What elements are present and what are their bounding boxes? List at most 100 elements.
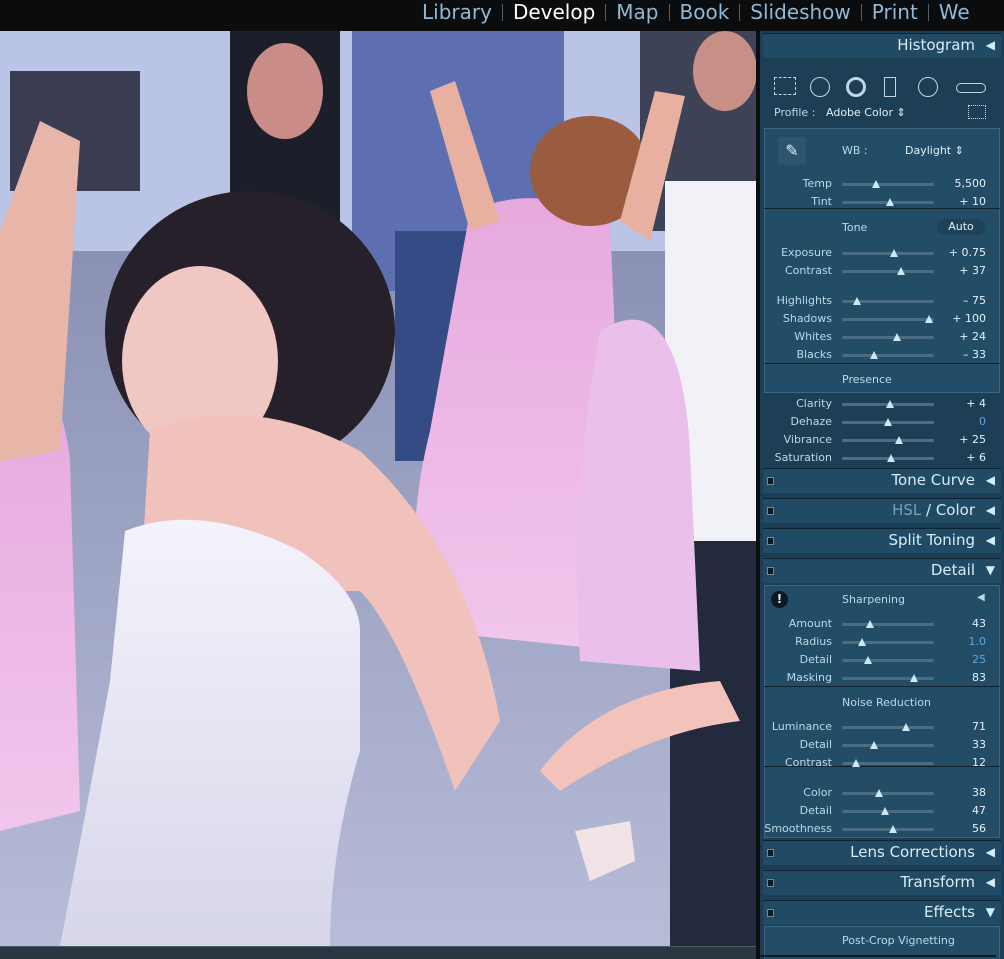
shadows-value[interactable]: + 100: [934, 312, 986, 325]
sharpening-detail-slider-track[interactable]: [842, 659, 934, 662]
transform-panel-header[interactable]: Transform ◀: [763, 870, 1001, 895]
dehaze-slider-knob[interactable]: [884, 418, 892, 426]
noise-luminance-slider-knob[interactable]: [902, 723, 911, 731]
vignette-slider-track[interactable]: [760, 955, 996, 957]
dehaze-value[interactable]: 0: [934, 415, 986, 428]
photo-canvas[interactable]: [0, 31, 756, 946]
eyedropper-icon[interactable]: ✎: [778, 137, 806, 165]
collapse-arrow-icon[interactable]: ◀: [986, 38, 995, 52]
tone-curve-panel-header[interactable]: Tone Curve ◀: [763, 468, 1001, 493]
noise-luminance-value[interactable]: 71: [934, 720, 986, 733]
noise-smoothness-value[interactable]: 56: [934, 822, 986, 835]
module-book[interactable]: Book: [670, 0, 740, 24]
blacks-slider-knob[interactable]: [870, 351, 879, 359]
detail-panel-header[interactable]: Detail ▼: [763, 558, 1001, 583]
vibrance-slider-track[interactable]: [842, 439, 934, 442]
panel-toggle-switch[interactable]: [767, 537, 774, 545]
panel-toggle-switch[interactable]: [767, 909, 774, 917]
expand-arrow-icon[interactable]: ◀: [986, 845, 995, 859]
sharpening-amount-slider-knob[interactable]: [865, 620, 874, 628]
module-map[interactable]: Map: [606, 0, 668, 24]
noise-color-slider-track[interactable]: [842, 792, 934, 795]
sharpening-amount-value[interactable]: 43: [934, 617, 986, 630]
sharpening-detail-value[interactable]: 25: [934, 653, 986, 666]
contrast-slider-track[interactable]: [842, 270, 934, 273]
adjustment-brush-icon[interactable]: [956, 83, 986, 93]
temp-slider-track[interactable]: [842, 183, 934, 186]
temp-slider-knob[interactable]: [872, 180, 881, 188]
sharpening-radius-value[interactable]: 1.0: [934, 635, 987, 648]
module-web[interactable]: We: [929, 0, 980, 24]
vibrance-slider-knob[interactable]: [895, 436, 904, 444]
red-eye-icon[interactable]: [846, 77, 866, 97]
temp-value[interactable]: 5,500: [934, 177, 987, 190]
noise-detail-value[interactable]: 47: [934, 804, 986, 817]
noise-detail-slider-knob[interactable]: [870, 741, 879, 749]
spot-removal-icon[interactable]: [810, 77, 830, 97]
noise-contrast-slider-knob[interactable]: [851, 759, 860, 767]
color-tab[interactable]: Color: [936, 501, 975, 519]
noise-contrast-value[interactable]: 12: [934, 756, 986, 769]
tint-value[interactable]: + 10: [934, 195, 986, 208]
sharpening-radius-slider-track[interactable]: [842, 641, 934, 644]
whites-slider-knob[interactable]: [893, 333, 902, 341]
expand-arrow-icon[interactable]: ◀: [986, 503, 995, 517]
hsl-color-panel-header[interactable]: HSL / Color ◀: [763, 498, 1001, 523]
saturation-slider-knob[interactable]: [886, 454, 895, 462]
exposure-value[interactable]: + 0.75: [934, 246, 986, 259]
sharpening-preview-toggle-icon[interactable]: ◀: [977, 592, 985, 603]
module-slideshow[interactable]: Slideshow: [740, 0, 861, 24]
sharpening-amount-slider-track[interactable]: [842, 623, 934, 626]
exposure-slider-knob[interactable]: [889, 249, 898, 257]
noise-detail-slider-track[interactable]: [842, 744, 934, 747]
noise-detail-value[interactable]: 33: [934, 738, 986, 751]
contrast-value[interactable]: + 37: [934, 264, 986, 277]
noise-detail-slider-knob[interactable]: [881, 807, 890, 815]
noise-color-value[interactable]: 38: [934, 786, 986, 799]
sharpening-masking-slider-track[interactable]: [842, 677, 934, 680]
contrast-slider-knob[interactable]: [896, 267, 905, 275]
whites-value[interactable]: + 24: [934, 330, 986, 343]
exposure-slider-track[interactable]: [842, 252, 934, 255]
hsl-tab[interactable]: HSL: [892, 501, 921, 519]
histogram-panel-header[interactable]: Histogram ◀: [763, 33, 1001, 58]
expand-arrow-icon[interactable]: ◀: [986, 875, 995, 889]
whites-slider-track[interactable]: [842, 336, 934, 339]
panel-toggle-switch[interactable]: [767, 507, 774, 515]
blacks-value[interactable]: – 33: [934, 348, 986, 361]
lens-corrections-panel-header[interactable]: Lens Corrections ◀: [763, 840, 1001, 865]
warning-icon[interactable]: !: [771, 591, 788, 608]
panel-toggle-switch[interactable]: [767, 477, 774, 485]
clarity-slider-knob[interactable]: [885, 400, 894, 408]
module-print[interactable]: Print: [862, 0, 928, 24]
graduated-filter-icon[interactable]: [884, 77, 896, 97]
module-library[interactable]: Library: [412, 0, 502, 24]
blacks-slider-track[interactable]: [842, 354, 934, 357]
sharpening-radius-slider-knob[interactable]: [858, 638, 867, 646]
highlights-value[interactable]: – 75: [934, 294, 986, 307]
noise-color-slider-knob[interactable]: [874, 789, 883, 797]
effects-panel-header[interactable]: Effects ▼: [763, 900, 1001, 925]
highlights-slider-knob[interactable]: [852, 297, 861, 305]
crop-tool-icon[interactable]: [774, 77, 796, 95]
shadows-slider-knob[interactable]: [925, 315, 934, 323]
profile-browser-icon[interactable]: [968, 105, 986, 119]
collapse-arrow-icon[interactable]: ▼: [986, 563, 995, 577]
panel-toggle-switch[interactable]: [767, 879, 774, 887]
collapse-arrow-icon[interactable]: ▼: [986, 905, 995, 919]
tint-slider-knob[interactable]: [885, 198, 894, 206]
profile-select[interactable]: Adobe Color ⇕: [826, 106, 906, 119]
module-develop[interactable]: Develop: [503, 0, 605, 24]
wb-select[interactable]: Daylight ⇕: [905, 144, 964, 157]
shadows-slider-track[interactable]: [842, 318, 934, 321]
expand-arrow-icon[interactable]: ◀: [986, 533, 995, 547]
sharpening-detail-slider-knob[interactable]: [863, 656, 872, 664]
panel-toggle-switch[interactable]: [767, 567, 774, 575]
panel-toggle-switch[interactable]: [767, 849, 774, 857]
radial-filter-icon[interactable]: [918, 77, 938, 97]
noise-luminance-slider-track[interactable]: [842, 726, 934, 729]
expand-arrow-icon[interactable]: ◀: [986, 473, 995, 487]
clarity-value[interactable]: + 4: [934, 397, 986, 410]
sharpening-masking-value[interactable]: 83: [934, 671, 986, 684]
saturation-value[interactable]: + 6: [934, 451, 986, 464]
